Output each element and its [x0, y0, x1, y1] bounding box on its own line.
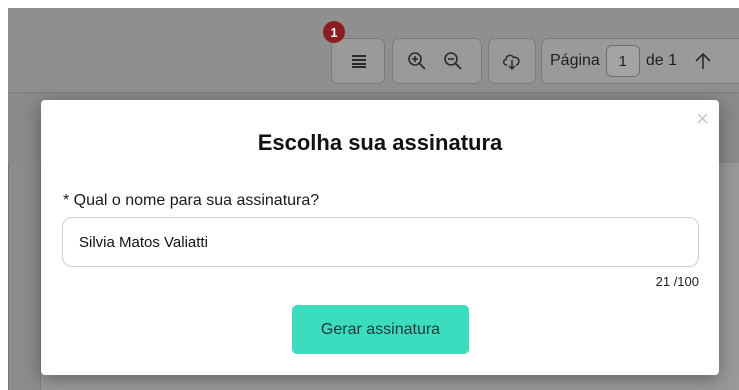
download-group [488, 38, 536, 84]
page-label: Página [550, 52, 600, 69]
notification-badge: 1 [323, 21, 345, 43]
zoom-out-icon[interactable] [435, 43, 471, 79]
page-number-input[interactable] [605, 45, 640, 77]
generate-signature-button[interactable]: Gerar assinatura [292, 305, 469, 354]
arrow-up-icon[interactable] [685, 43, 721, 79]
close-icon[interactable]: × [696, 108, 709, 130]
modal-title: Escolha sua assinatura [257, 130, 503, 155]
signature-modal: × Escolha sua assinatura * Qual o nome p… [41, 100, 719, 375]
page-count: de 1 [645, 52, 677, 69]
zoom-in-icon[interactable] [399, 43, 435, 79]
zoom-group [392, 38, 482, 84]
pagination-group: Página de 1 [541, 38, 739, 84]
character-counter: 21 /100 [655, 274, 699, 289]
menu-group [331, 38, 385, 84]
viewer-toolbar: Página de 1 [8, 8, 739, 93]
signature-name-input[interactable] [62, 217, 699, 267]
signature-name-label: * Qual o nome para sua assinatura? [63, 192, 320, 209]
download-icon[interactable] [494, 43, 530, 79]
list-icon[interactable] [341, 43, 377, 79]
